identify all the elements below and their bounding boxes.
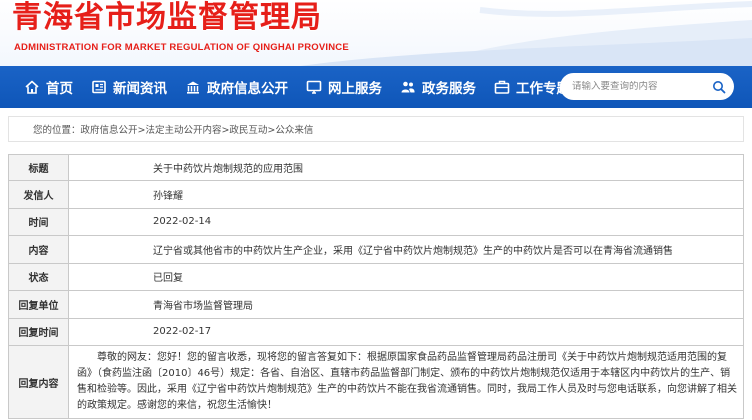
breadcrumb-prefix: 您的位置： [33,125,81,136]
users-icon [400,79,416,95]
reply-content-label: 回复内容 [8,345,69,419]
time-label: 时间 [8,207,69,236]
search-input[interactable] [572,81,712,92]
newspaper-icon [91,79,107,95]
nav-item-label: 政府信息公开 [207,81,288,97]
reply-content-value: 尊敬的网友：您好！您的留言收悉，现将您的留言答复如下：根据原国家食品药品监督管理… [68,345,744,419]
letter-detail-table: 标题 关于中药饮片炮制规范的应用范围 发信人 孙锋耀 时间 2022-02-14… [8,154,744,419]
table-row: 发信人 孙锋耀 [8,180,744,209]
table-row: 状态 已回复 [8,262,744,291]
table-row: 时间 2022-02-14 [8,207,744,236]
time-value: 2022-02-14 [68,207,744,236]
nav-item-label: 网上服务 [328,81,382,97]
title-label: 标题 [8,154,69,181]
status-label: 状态 [8,262,69,291]
title-value: 关于中药饮片炮制规范的应用范围 [68,154,744,181]
nav-item-online-service[interactable]: 网上服务 [297,66,391,108]
nav-item-label: 政务服务 [422,81,476,97]
nav-item-news[interactable]: 新闻资讯 [82,66,176,108]
building-icon [185,79,201,95]
nav-item-label: 新闻资讯 [113,81,167,97]
reply-unit-label: 回复单位 [8,290,69,319]
breadcrumb: 您的位置： 政府信息公开>法定主动公开内容>政民互动>公众来信 [8,116,744,142]
content-label: 内容 [8,235,69,264]
reply-time-label: 回复时间 [8,317,69,346]
search-box [560,73,734,100]
reply-unit-value: 青海省市场监督管理局 [68,290,744,319]
sender-value: 孙锋耀 [68,180,744,209]
status-value: 已回复 [68,262,744,291]
table-row: 回复内容 尊敬的网友：您好！您的留言收悉，现将您的留言答复如下：根据原国家食品药… [8,345,744,419]
table-row: 内容 辽宁省或其他省市的中药饮片生产企业，采用《辽宁省中药饮片炮制规范》生产的中… [8,235,744,264]
monitor-icon [306,79,322,95]
nav-item-label: 首页 [46,81,73,97]
table-row: 回复单位 青海省市场监督管理局 [8,290,744,319]
content-value: 辽宁省或其他省市的中药饮片生产企业，采用《辽宁省中药饮片炮制规范》生产的中药饮片… [68,235,744,264]
site-title: 青海省市场监督管理局 [12,0,322,35]
reply-time-value: 2022-02-17 [68,317,744,346]
briefcase-icon [494,79,510,95]
site-banner: 青海省市场监督管理局 ADMINISTRATION FOR MARKET REG… [0,0,752,66]
nav-item-home[interactable]: 首页 [0,66,82,108]
nav-item-gov-info[interactable]: 政府信息公开 [176,66,297,108]
nav-item-gov-service[interactable]: 政务服务 [391,66,485,108]
site-subtitle: ADMINISTRATION FOR MARKET REGULATION OF … [14,42,349,53]
search-icon[interactable] [712,80,726,94]
breadcrumb-path[interactable]: 政府信息公开>法定主动公开内容>政民互动>公众来信 [81,122,314,136]
sender-label: 发信人 [8,180,69,209]
home-icon [24,79,40,95]
table-row: 回复时间 2022-02-17 [8,317,744,346]
table-row: 标题 关于中药饮片炮制规范的应用范围 [8,154,744,181]
